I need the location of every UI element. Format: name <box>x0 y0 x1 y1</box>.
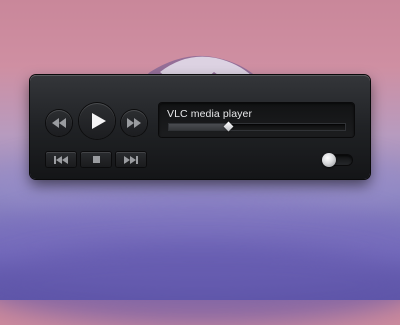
toggle-knob[interactable] <box>322 153 336 167</box>
view-toggle-switch[interactable] <box>322 153 352 167</box>
stop-icon <box>92 156 100 163</box>
next-track-button[interactable] <box>116 152 146 167</box>
cloud-layer <box>0 245 400 325</box>
seek-bar-progress <box>169 124 229 130</box>
now-playing-title: VLC media player <box>167 108 253 120</box>
vlc-mini-player: VLC media player <box>30 75 370 179</box>
play-icon <box>91 113 106 129</box>
fast-forward-icon <box>127 118 141 128</box>
stop-button[interactable] <box>81 152 111 167</box>
skip-previous-icon <box>54 155 68 164</box>
fast-forward-button[interactable] <box>121 110 147 136</box>
rewind-icon <box>52 118 66 128</box>
rewind-button[interactable] <box>46 110 72 136</box>
previous-track-button[interactable] <box>46 152 76 167</box>
now-playing-display: VLC media player <box>159 103 354 137</box>
play-button[interactable] <box>79 103 115 139</box>
seek-bar[interactable] <box>169 121 345 132</box>
skip-next-icon <box>124 155 138 164</box>
